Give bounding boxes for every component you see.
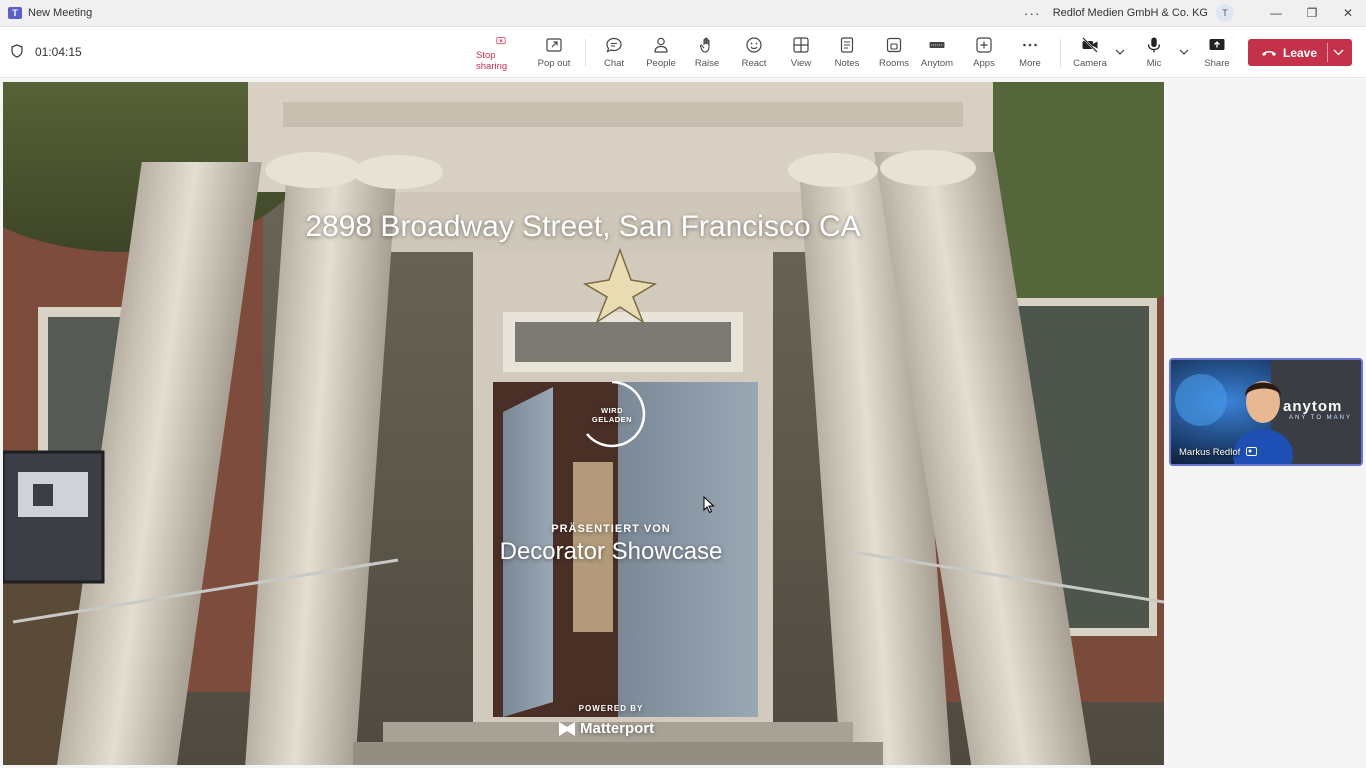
people-button[interactable]: People <box>645 36 677 72</box>
loading-label-top: WIRD <box>601 406 623 415</box>
pop-out-icon <box>546 38 562 52</box>
restore-button[interactable]: ❐ <box>1294 6 1330 20</box>
leave-button[interactable]: Leave <box>1248 39 1352 66</box>
mouse-cursor-icon <box>703 496 715 514</box>
anytom-app-icon <box>929 42 945 48</box>
meeting-toolbar: 01:04:15 Stop sharing Pop out Chat Peopl… <box>0 27 1366 78</box>
matterport-brand: Matterport <box>580 720 655 737</box>
raise-hand-button[interactable]: Raise <box>695 36 719 72</box>
title-bar: T New Meeting ··· Redlof Medien GmbH & C… <box>0 0 1366 27</box>
view-button[interactable]: View <box>789 36 813 72</box>
participant-video-tile[interactable]: anytom ANY TO MANY Markus Redlof <box>1169 358 1363 466</box>
participant-name: Markus Redlof <box>1179 447 1257 458</box>
presenter-name: Decorator Showcase <box>499 538 723 565</box>
close-button[interactable]: ✕ <box>1330 6 1366 20</box>
camera-label: Camera <box>1073 58 1107 69</box>
toolbar-divider <box>585 39 586 67</box>
window-title: New Meeting <box>28 7 93 19</box>
shield-icon <box>11 44 23 58</box>
apps-label: Apps <box>973 58 995 69</box>
anytom-logo-text: anytom <box>1283 398 1343 415</box>
rooms-button[interactable]: Rooms <box>878 36 910 72</box>
organizer-badge-icon <box>1245 447 1257 456</box>
camera-off-icon <box>1082 37 1098 53</box>
chat-icon <box>606 37 622 53</box>
people-icon <box>654 37 668 53</box>
camera-options-chevron-icon[interactable] <box>1115 48 1125 56</box>
stop-sharing-icon <box>496 37 506 45</box>
react-button[interactable]: React <box>741 36 767 72</box>
mic-label: Mic <box>1146 58 1162 69</box>
meeting-timer: 01:04:15 <box>35 45 82 59</box>
pop-out-label: Pop out <box>537 58 571 69</box>
shared-screen[interactable]: 2898 Broadway Street, San Francisco CA W… <box>3 82 1164 765</box>
smiley-icon <box>746 37 762 53</box>
rooms-label: Rooms <box>878 58 910 69</box>
toolbar-divider <box>1060 39 1061 67</box>
grid-view-icon <box>793 37 809 53</box>
notes-icon <box>840 37 854 53</box>
anytom-button[interactable]: Anytom <box>920 36 954 72</box>
raise-hand-icon <box>699 37 710 53</box>
chat-button[interactable]: Chat <box>602 36 626 72</box>
more-button[interactable]: More <box>1016 36 1044 72</box>
raise-label: Raise <box>694 58 720 69</box>
org-avatar[interactable]: T <box>1216 4 1234 22</box>
microphone-icon <box>1147 37 1161 53</box>
notes-button[interactable]: Notes <box>833 36 861 72</box>
chat-label: Chat <box>603 58 625 69</box>
stop-sharing-button[interactable]: Stop sharing <box>476 36 526 72</box>
mic-button[interactable]: Mic <box>1142 36 1166 72</box>
more-label: More <box>1019 58 1041 69</box>
leave-divider <box>1327 43 1328 62</box>
view-label: View <box>790 58 812 69</box>
notes-label: Notes <box>834 58 860 69</box>
participant-name-label: Markus Redlof <box>1179 447 1241 458</box>
leave-options-chevron-icon[interactable] <box>1333 49 1344 56</box>
org-name[interactable]: Redlof Medien GmbH & Co. KG <box>1053 7 1208 19</box>
minimize-button[interactable]: — <box>1258 6 1294 20</box>
tour-address-title: 2898 Broadway Street, San Francisco CA <box>305 210 861 243</box>
pop-out-button[interactable]: Pop out <box>536 36 572 72</box>
presented-by-label: PRÄSENTIERT VON <box>551 523 671 535</box>
leave-label: Leave <box>1283 45 1318 60</box>
stop-sharing-label: Stop sharing <box>476 50 508 72</box>
add-apps-icon <box>976 37 992 53</box>
loading-label-bottom: GELADEN <box>591 415 633 424</box>
react-label: React <box>741 58 767 69</box>
mic-options-chevron-icon[interactable] <box>1179 48 1189 56</box>
rooms-icon <box>886 37 902 53</box>
apps-button[interactable]: Apps <box>972 36 996 72</box>
share-button[interactable]: Share <box>1203 36 1231 72</box>
title-more-button[interactable]: ··· <box>1024 5 1041 21</box>
powered-by-label: POWERED BY <box>578 704 644 713</box>
camera-button[interactable]: Camera <box>1073 36 1107 72</box>
hang-up-icon <box>1262 50 1276 56</box>
share-label: Share <box>1204 58 1230 69</box>
anytom-label: Anytom <box>920 58 954 69</box>
people-label: People <box>646 58 676 69</box>
matterport-logo-icon <box>559 722 575 736</box>
share-screen-icon <box>1209 39 1225 50</box>
teams-app-icon: T <box>8 7 22 19</box>
more-icon <box>1023 43 1037 47</box>
anytom-slogan: ANY TO MANY <box>1289 415 1353 421</box>
